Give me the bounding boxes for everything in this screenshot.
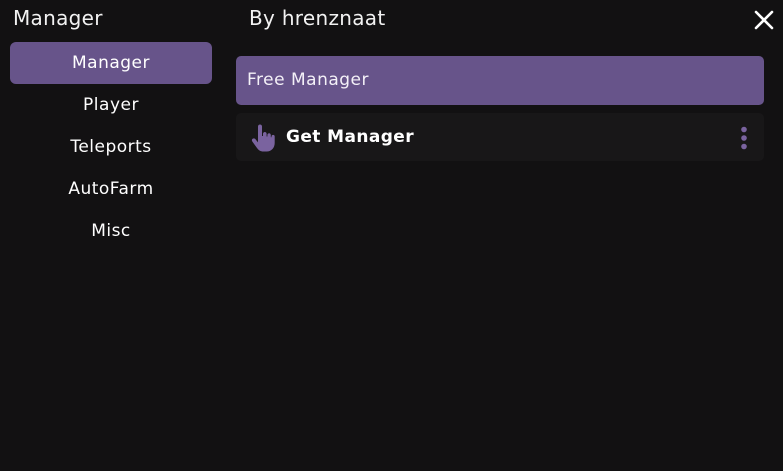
main-content: Free Manager Get Manager <box>236 56 764 161</box>
get-manager-button[interactable]: Get Manager <box>236 113 764 161</box>
window-title: Manager <box>13 6 103 30</box>
close-button[interactable] <box>753 9 775 31</box>
sidebar-item-player[interactable]: Player <box>10 84 212 126</box>
manager-window: Manager By hrenznaat Manager Player Tele… <box>0 0 783 471</box>
more-vertical-icon[interactable] <box>740 126 748 150</box>
pointer-hand-icon <box>251 124 275 152</box>
sidebar-nav: Manager Player Teleports AutoFarm Misc <box>10 42 212 252</box>
sidebar-item-misc[interactable]: Misc <box>10 210 212 252</box>
get-manager-label: Get Manager <box>286 127 414 147</box>
section-header: Free Manager <box>236 56 764 105</box>
author-subtitle: By hrenznaat <box>249 6 386 30</box>
close-icon <box>754 10 774 30</box>
sidebar-item-autofarm[interactable]: AutoFarm <box>10 168 212 210</box>
sidebar-item-manager[interactable]: Manager <box>10 42 212 84</box>
sidebar-item-teleports[interactable]: Teleports <box>10 126 212 168</box>
